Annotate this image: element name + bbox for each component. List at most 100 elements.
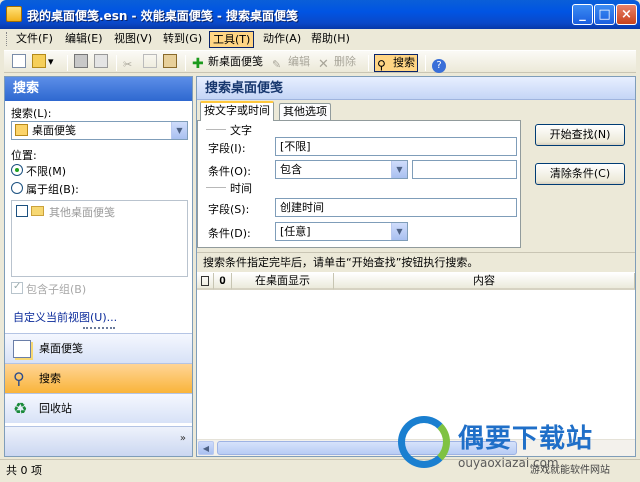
paperclip-icon: 𝟎 [219, 274, 226, 287]
new-file-button[interactable] [12, 54, 28, 72]
note-column-icon [201, 276, 209, 286]
col-content[interactable]: 内容 [334, 273, 635, 290]
search-scope-label: 搜索(L): [11, 107, 52, 120]
menu-edit[interactable]: 编辑(E) [62, 31, 106, 48]
field-input[interactable]: [不限] [275, 137, 517, 156]
search-hint: 搜索条件指定完毕后，请单击“开始查找”按钮执行搜索。 [197, 252, 635, 272]
help-icon: ? [432, 59, 446, 73]
menu-action[interactable]: 动作(A) [260, 31, 304, 48]
pencil-icon: ✎ [272, 58, 282, 71]
menu-goto[interactable]: 转到(G) [160, 31, 205, 48]
print-button[interactable] [74, 54, 90, 72]
scroll-left-icon[interactable]: ◀ [198, 441, 214, 455]
condition-label: 条件(O): [208, 165, 251, 178]
search-scope-select[interactable]: 桌面便笺 ▼ [11, 121, 188, 140]
item-count: 共 0 项 [6, 464, 42, 477]
copy-button[interactable] [143, 54, 159, 72]
paste-button[interactable] [163, 54, 179, 72]
search-toolbar-button[interactable]: ⚲ 搜索 [374, 54, 418, 72]
new-file-icon [12, 54, 26, 68]
note-icon [15, 124, 28, 136]
radio-group-label: 属于组(B): [26, 183, 79, 196]
copy-icon [143, 54, 157, 68]
start-search-button[interactable]: 开始查找(N) [535, 124, 625, 146]
menu-help[interactable]: 帮助(H) [308, 31, 353, 48]
maximize-button[interactable]: □ [594, 4, 615, 25]
group-tree[interactable]: 其他桌面便笺 [11, 200, 188, 277]
include-subgroups-checkbox[interactable] [11, 281, 23, 294]
search-panel: 搜索桌面便笺 按文字或时间 其他选项 文字 字段(I): [不限] 条件(O):… [196, 76, 636, 457]
tab-panel: 文字 字段(I): [不限] 条件(O): 包含 ▼ 时间 字段(S): 创建时… [197, 120, 521, 248]
open-button[interactable]: ▾ [32, 54, 54, 72]
time-group-title: 时间 [230, 182, 252, 195]
app-icon [6, 6, 22, 22]
condition-select[interactable]: 包含 ▼ [275, 160, 408, 179]
time-field-input[interactable]: 创建时间 [275, 198, 517, 217]
edit-note-button[interactable]: ✎ 编辑 [272, 54, 310, 72]
plus-icon: ✚ [192, 56, 204, 72]
clear-conditions-button[interactable]: 清除条件(C) [535, 163, 625, 185]
toolbar: ▾ ✂ ✚ 新桌面便笺 ✎ 编辑 ✕ 删除 ⚲ 搜索 ? [4, 50, 636, 73]
time-field-label: 字段(S): [208, 203, 250, 216]
search-form: 按文字或时间 其他选项 文字 字段(I): [不限] 条件(O): 包含 ▼ 时… [197, 100, 635, 272]
folder-icon [31, 206, 44, 216]
notes-icon [13, 340, 31, 358]
menu-bar: 文件(F) 编辑(E) 视图(V) 转到(G) 工具(T) 动作(A) 帮助(H… [4, 29, 636, 49]
magnifier-icon: ⚲ [13, 369, 25, 388]
chevron-down-icon: ▼ [171, 122, 187, 139]
minimize-button[interactable]: _ [572, 4, 593, 25]
field-label: 字段(I): [208, 142, 246, 155]
results-list[interactable]: 𝟎 在桌面显示 内容 [197, 273, 635, 439]
col-show-on-desktop[interactable]: 在桌面显示 [232, 273, 334, 290]
search-icon: ⚲ [377, 58, 386, 72]
panel-title: 搜索桌面便笺 [197, 77, 635, 100]
cut-button[interactable]: ✂ [123, 54, 139, 72]
tree-item-checkbox[interactable] [16, 205, 28, 217]
col-note-icon[interactable] [197, 273, 214, 290]
recycle-icon: ♻ [13, 399, 28, 418]
include-subgroups-label: 包含子组(B) [26, 283, 87, 296]
radio-group[interactable] [11, 182, 23, 194]
open-folder-icon [32, 54, 46, 68]
location-label: 位置: [11, 149, 37, 162]
condition-text-input[interactable] [412, 160, 517, 179]
watermark-tag: 游戏就能软件网站 [530, 465, 610, 476]
help-button[interactable]: ? [432, 54, 448, 73]
splitter-grip[interactable] [83, 327, 115, 329]
menu-view[interactable]: 视图(V) [111, 31, 155, 48]
close-button[interactable]: × [616, 4, 637, 25]
new-note-button[interactable]: ✚ 新桌面便笺 [192, 54, 263, 72]
chevron-down-icon: ▼ [391, 223, 407, 240]
customize-view-link[interactable]: 自定义当前视图(U)... [13, 309, 117, 325]
tab-text-time[interactable]: 按文字或时间 [200, 101, 274, 121]
watermark-logo [398, 416, 450, 468]
radio-unlimited[interactable] [11, 164, 23, 176]
search-sidebar: 搜索 搜索(L): 桌面便笺 ▼ 位置: 不限(M) 属于组(B): 其他桌面便… [4, 76, 193, 457]
watermark-name: 偶要下载站 [458, 424, 594, 454]
nav-search[interactable]: ⚲ 搜索 [5, 363, 192, 393]
cut-icon: ✂ [123, 58, 133, 71]
preview-icon [94, 54, 108, 68]
delete-icon: ✕ [318, 57, 329, 72]
text-group-title: 文字 [230, 124, 252, 137]
tree-item-label: 其他桌面便笺 [49, 206, 115, 219]
menu-tools[interactable]: 工具(T) [209, 31, 255, 48]
time-condition-label: 条件(D): [208, 227, 251, 240]
nav-footer: » [5, 426, 192, 456]
radio-unlimited-label: 不限(M) [26, 165, 67, 178]
nav-recycle-bin[interactable]: ♻ 回收站 [5, 393, 192, 423]
time-condition-select[interactable]: [任意] ▼ [275, 222, 408, 241]
delete-note-button[interactable]: ✕ 删除 [318, 54, 356, 72]
sidebar-title: 搜索 [5, 77, 192, 101]
title-bar: 我的桌面便笺.esn - 效能桌面便笺 - 搜索桌面便笺 _ □ × [0, 0, 640, 29]
nav-notes[interactable]: 桌面便笺 [5, 333, 192, 363]
menu-file[interactable]: 文件(F) [13, 31, 56, 48]
tab-other-options[interactable]: 其他选项 [279, 103, 331, 120]
paste-icon [163, 54, 177, 68]
preview-button[interactable] [94, 54, 110, 72]
col-attachment[interactable]: 𝟎 [214, 273, 232, 290]
window-title: 我的桌面便笺.esn - 效能桌面便笺 - 搜索桌面便笺 [27, 9, 299, 23]
chevron-down-icon: ▼ [391, 161, 407, 178]
print-icon [74, 54, 88, 68]
chevron-double-down-icon[interactable]: » [180, 433, 186, 444]
